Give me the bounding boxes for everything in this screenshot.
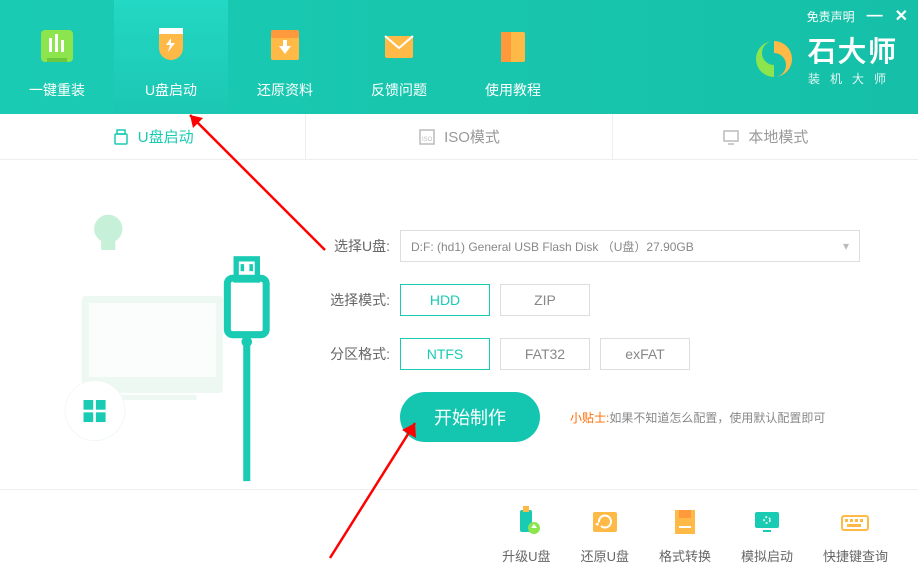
simulate-icon xyxy=(749,504,785,540)
chevron-down-icon: ▾ xyxy=(843,239,849,253)
partition-option-ntfs[interactable]: NTFS xyxy=(400,338,490,370)
subtab-label: 本地模式 xyxy=(748,126,808,147)
footer: 升级U盘 还原U盘 格式转换 模拟启动 快捷键查询 xyxy=(0,489,918,579)
mode-option-zip[interactable]: ZIP xyxy=(500,284,590,316)
nav-usb-boot[interactable]: U盘启动 xyxy=(114,0,228,114)
subtab-usb-boot[interactable]: U盘启动 xyxy=(0,114,306,159)
nav-reinstall[interactable]: 一键重装 xyxy=(0,0,114,114)
partition-option-fat32[interactable]: FAT32 xyxy=(500,338,590,370)
subtab-local[interactable]: 本地模式 xyxy=(613,114,918,159)
partition-option-exfat[interactable]: exFAT xyxy=(600,338,690,370)
reinstall-icon xyxy=(33,22,81,70)
content-area: 选择U盘: D:F: (hd1) General USB Flash Disk … xyxy=(0,160,918,489)
nav-label: 反馈问题 xyxy=(371,80,427,100)
usb-dropdown[interactable]: D:F: (hd1) General USB Flash Disk （U盘）27… xyxy=(400,230,860,262)
mode-option-hdd[interactable]: HDD xyxy=(400,284,490,316)
row-select-mode: 选择模式: HDD ZIP xyxy=(320,284,918,316)
row-select-usb: 选择U盘: D:F: (hd1) General USB Flash Disk … xyxy=(320,230,918,262)
tip-label: 小贴士: xyxy=(570,411,609,425)
subtab-label: ISO模式 xyxy=(444,126,500,147)
restore-icon xyxy=(261,22,309,70)
tip-text: 小贴士:如果不知道怎么配置，使用默认配置即可 xyxy=(570,409,825,426)
close-button[interactable]: ✕ xyxy=(895,6,908,26)
keyboard-icon xyxy=(837,504,873,540)
footer-format-convert[interactable]: 格式转换 xyxy=(659,504,711,565)
tip-content: 如果不知道怎么配置，使用默认配置即可 xyxy=(609,411,825,425)
footer-simulate-boot[interactable]: 模拟启动 xyxy=(741,504,793,565)
footer-upgrade-usb[interactable]: 升级U盘 xyxy=(502,504,550,565)
upgrade-usb-icon xyxy=(508,504,544,540)
footer-label: 还原U盘 xyxy=(581,546,629,565)
window-controls: 免责声明 — ✕ xyxy=(807,6,908,26)
nav-feedback[interactable]: 反馈问题 xyxy=(342,0,456,114)
feedback-icon xyxy=(375,22,423,70)
footer-shortcut-query[interactable]: 快捷键查询 xyxy=(823,504,888,565)
subtabs: U盘启动 ISO ISO模式 本地模式 xyxy=(0,114,918,160)
label-select-mode: 选择模式: xyxy=(320,290,390,310)
restore-usb-icon xyxy=(587,504,623,540)
nav-restore[interactable]: 还原资料 xyxy=(228,0,342,114)
label-partition: 分区格式: xyxy=(320,344,390,364)
brand-subtitle: 装机大师 xyxy=(808,70,898,87)
usb-boot-icon xyxy=(147,22,195,70)
nav-tutorial[interactable]: 使用教程 xyxy=(456,0,570,114)
footer-restore-usb[interactable]: 还原U盘 xyxy=(581,504,629,565)
nav-label: 还原资料 xyxy=(257,80,313,100)
header: 免责声明 — ✕ 一键重装 U盘启动 还原资料 反馈问题 使用教程 xyxy=(0,0,918,114)
usb-icon xyxy=(112,128,130,146)
usb-illustration xyxy=(40,190,300,490)
iso-icon: ISO xyxy=(418,128,436,146)
footer-label: 快捷键查询 xyxy=(823,546,888,565)
monitor-icon xyxy=(722,128,740,146)
row-partition: 分区格式: NTFS FAT32 exFAT xyxy=(320,338,918,370)
nav-label: 使用教程 xyxy=(485,80,541,100)
footer-label: 格式转换 xyxy=(659,546,711,565)
nav-label: U盘启动 xyxy=(145,80,197,100)
disclaimer-link[interactable]: 免责声明 xyxy=(807,8,855,25)
footer-label: 升级U盘 xyxy=(502,546,550,565)
subtab-label: U盘启动 xyxy=(138,126,194,147)
tutorial-icon xyxy=(489,22,537,70)
start-button[interactable]: 开始制作 xyxy=(400,392,540,442)
brand-title: 石大师 xyxy=(808,30,898,70)
brand: 石大师 装机大师 xyxy=(752,30,898,87)
action-row: 开始制作 小贴士:如果不知道怎么配置，使用默认配置即可 xyxy=(400,392,918,442)
footer-label: 模拟启动 xyxy=(741,546,793,565)
minimize-button[interactable]: — xyxy=(867,7,883,25)
nav-label: 一键重装 xyxy=(29,80,85,100)
usb-selected-value: D:F: (hd1) General USB Flash Disk （U盘）27… xyxy=(411,238,694,255)
label-select-usb: 选择U盘: xyxy=(320,236,390,256)
format-icon xyxy=(667,504,703,540)
svg-text:ISO: ISO xyxy=(422,137,433,143)
subtab-iso[interactable]: ISO ISO模式 xyxy=(306,114,612,159)
brand-logo-icon xyxy=(752,37,796,81)
